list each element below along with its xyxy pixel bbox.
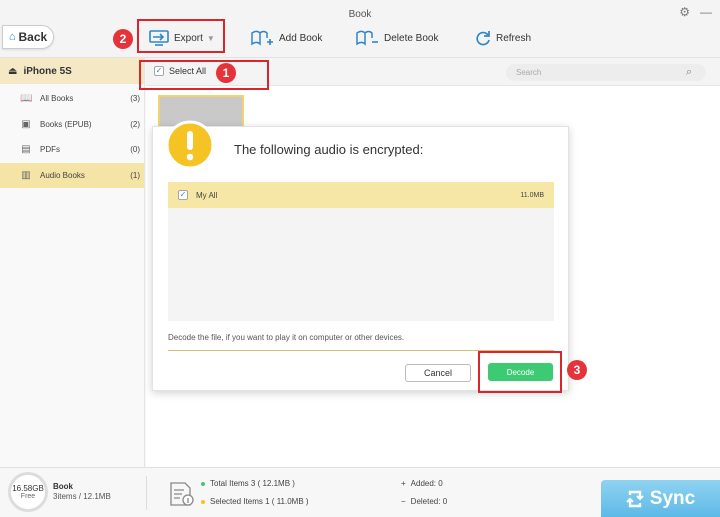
search-icon[interactable]: ⌕ xyxy=(686,66,692,79)
audio-book-icon: ▥ xyxy=(21,169,31,181)
dialog-title: The following audio is encrypted: xyxy=(234,142,424,157)
list-item[interactable]: ✓ My All 11.0MB xyxy=(168,182,554,208)
window-controls: ⚙ — xyxy=(679,5,712,19)
sidebar-item-audio-books[interactable]: ▥ Audio Books (1) xyxy=(0,162,144,188)
category-info: 3items / 12.1MB xyxy=(53,492,111,501)
step-badge-1: 1 xyxy=(216,63,236,83)
add-book-button[interactable]: Add Book xyxy=(251,30,322,46)
total-items-stat: Total Items 3 ( 12.1MB ) xyxy=(201,479,295,488)
dialog-note: Decode the file, if you want to play it … xyxy=(168,333,405,342)
sidebar-item-count: (0) xyxy=(130,145,140,155)
add-book-icon xyxy=(251,30,273,46)
selected-items-stat: Selected Items 1 ( 11.0MB ) xyxy=(201,497,309,506)
file-size: 11.0MB xyxy=(520,191,544,199)
sync-icon xyxy=(626,490,644,508)
sidebar-item-pdfs[interactable]: ▤ PDFs (0) xyxy=(0,137,144,163)
eject-icon[interactable]: ⏏ xyxy=(8,66,17,77)
divider xyxy=(146,476,147,510)
status-bar: 16.58GB Free Book 3items / 12.1MB Total … xyxy=(0,467,720,517)
deleted-text: Deleted: 0 xyxy=(410,497,448,506)
epub-icon: ▣ xyxy=(21,118,31,130)
title-bar: Book ⚙ — ⌂ Back Export ▼ Add Book Delete… xyxy=(0,0,720,58)
document-info-icon xyxy=(170,482,194,506)
add-book-label: Add Book xyxy=(279,32,323,44)
category-name: Book xyxy=(53,482,73,491)
select-all-highlight xyxy=(139,60,269,90)
sidebar-item-label: Audio Books xyxy=(40,170,85,180)
book-icon: 📖 xyxy=(20,93,33,105)
delete-book-button[interactable]: Delete Book xyxy=(356,30,438,46)
refresh-button[interactable]: Refresh xyxy=(474,30,531,46)
delete-book-icon xyxy=(356,30,378,46)
storage-free-value: 16.58GB xyxy=(12,484,44,493)
added-stat: + Added: 0 xyxy=(401,479,443,488)
sidebar-item-all-books[interactable]: 📖 All Books (3) xyxy=(0,86,144,112)
gear-icon[interactable]: ⚙ xyxy=(679,5,690,19)
total-items-text: Total Items 3 ( 12.1MB ) xyxy=(210,479,295,488)
sidebar-item-books-epub[interactable]: ▣ Books (EPUB) (2) xyxy=(0,112,144,138)
minus-icon: − xyxy=(401,497,406,506)
refresh-icon xyxy=(476,31,490,46)
warning-icon xyxy=(165,120,215,170)
deleted-stat: − Deleted: 0 xyxy=(401,497,447,506)
sidebar-item-count: (1) xyxy=(130,170,140,180)
delete-book-label: Delete Book xyxy=(384,32,439,44)
cancel-button[interactable]: Cancel xyxy=(405,364,471,382)
sidebar-item-label: All Books xyxy=(40,94,74,104)
step-badge-2: 2 xyxy=(113,29,133,49)
step-badge-3: 3 xyxy=(567,360,587,380)
sidebar-item-count: (3) xyxy=(130,94,140,104)
decode-button[interactable]: Decode xyxy=(488,363,553,381)
sync-button[interactable]: Sync xyxy=(601,480,720,517)
sync-label: Sync xyxy=(649,488,696,509)
sidebar: ⏏ iPhone 5S 📖 All Books (3) ▣ Books (EPU… xyxy=(0,58,145,467)
sidebar-item-label: PDFs xyxy=(40,145,60,155)
checkbox-checked-icon[interactable]: ✓ xyxy=(178,190,188,200)
window-title: Book xyxy=(348,9,372,20)
minimize-button[interactable]: — xyxy=(700,5,712,19)
device-row[interactable]: ⏏ iPhone 5S xyxy=(0,58,144,84)
storage-indicator: 16.58GB Free xyxy=(8,472,48,512)
refresh-label: Refresh xyxy=(496,32,532,44)
encrypted-file-list: ✓ My All 11.0MB xyxy=(168,182,554,321)
pdf-icon: ▤ xyxy=(21,144,31,156)
yellow-dot-icon xyxy=(201,499,205,504)
sidebar-item-count: (2) xyxy=(130,119,140,129)
back-label: Back xyxy=(18,30,48,44)
selected-items-text: Selected Items 1 ( 11.0MB ) xyxy=(210,497,309,506)
plus-icon: + xyxy=(401,479,406,488)
home-icon: ⌂ xyxy=(8,31,16,43)
storage-free-label: Free xyxy=(20,493,36,500)
file-name: My All xyxy=(196,190,218,200)
sidebar-item-label: Books (EPUB) xyxy=(40,119,92,129)
search-input[interactable] xyxy=(506,64,706,81)
green-dot-icon xyxy=(201,481,205,486)
export-highlight xyxy=(137,19,225,53)
added-text: Added: 0 xyxy=(410,479,443,488)
back-button[interactable]: ⌂ Back xyxy=(2,25,54,49)
device-name: iPhone 5S xyxy=(23,65,72,77)
